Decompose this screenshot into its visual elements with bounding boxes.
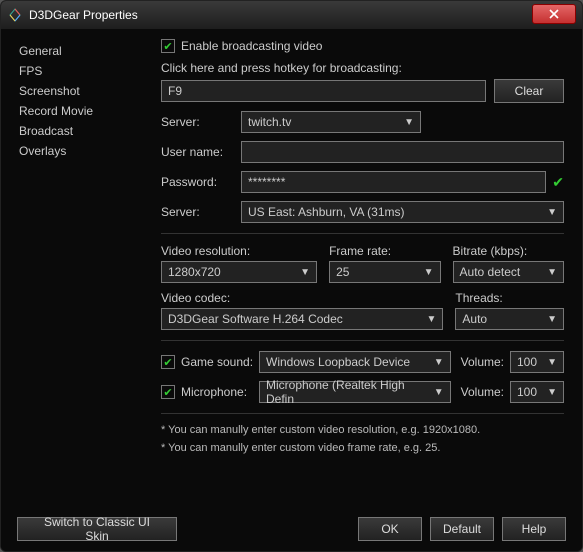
help-button[interactable]: Help <box>502 517 566 541</box>
server-region-select[interactable]: US East: Ashburn, VA (31ms)▼ <box>241 201 564 223</box>
password-valid-icon: ✔ <box>552 174 564 191</box>
chevron-down-icon: ▼ <box>547 357 557 368</box>
ok-button[interactable]: OK <box>358 517 422 541</box>
video-resolution-select[interactable]: 1280x720▼ <box>161 261 317 283</box>
sidebar-item-fps[interactable]: FPS <box>19 61 151 81</box>
game-sound-label: Game sound: <box>181 355 259 369</box>
sidebar-item-broadcast[interactable]: Broadcast <box>19 121 151 141</box>
chevron-down-icon: ▼ <box>426 314 436 325</box>
threads-label: Threads: <box>455 291 564 305</box>
microphone-label: Microphone: <box>181 385 259 399</box>
chevron-down-icon: ▼ <box>404 117 414 128</box>
username-input[interactable] <box>241 141 564 163</box>
sidebar-item-general[interactable]: General <box>19 41 151 61</box>
chevron-down-icon: ▼ <box>547 207 557 218</box>
main-panel: Enable broadcasting video Click here and… <box>161 29 582 507</box>
frame-rate-label: Frame rate: <box>329 244 440 258</box>
microphone-checkbox[interactable] <box>161 385 175 399</box>
server-select[interactable]: twitch.tv▼ <box>241 111 421 133</box>
app-icon <box>7 7 23 23</box>
sidebar-item-overlays[interactable]: Overlays <box>19 141 151 161</box>
window-title: D3DGear Properties <box>29 8 138 22</box>
footer: Switch to Classic UI Skin OK Default Hel… <box>1 507 582 551</box>
mic-volume-select[interactable]: 100▼ <box>510 381 564 403</box>
chevron-down-icon: ▼ <box>547 314 557 325</box>
game-volume-select[interactable]: 100▼ <box>510 351 564 373</box>
username-label: User name: <box>161 145 241 159</box>
switch-skin-button[interactable]: Switch to Classic UI Skin <box>17 517 177 541</box>
game-sound-device-select[interactable]: Windows Loopback Device▼ <box>259 351 451 373</box>
hotkey-prompt: Click here and press hotkey for broadcas… <box>161 61 564 75</box>
close-button[interactable] <box>532 4 576 24</box>
note-framerate: * You can manully enter custom video fra… <box>161 442 564 454</box>
sidebar-item-screenshot[interactable]: Screenshot <box>19 81 151 101</box>
game-volume-label: Volume: <box>461 355 504 369</box>
game-sound-checkbox[interactable] <box>161 355 175 369</box>
server-label: Server: <box>161 115 241 129</box>
note-resolution: * You can manully enter custom video res… <box>161 424 564 436</box>
sidebar: General FPS Screenshot Record Movie Broa… <box>1 29 161 507</box>
bitrate-label: Bitrate (kbps): <box>453 244 564 258</box>
password-input[interactable] <box>241 171 546 193</box>
video-codec-select[interactable]: D3DGear Software H.264 Codec▼ <box>161 308 443 330</box>
enable-broadcast-checkbox[interactable] <box>161 39 175 53</box>
default-button[interactable]: Default <box>430 517 494 541</box>
chevron-down-icon: ▼ <box>547 387 557 398</box>
server2-label: Server: <box>161 205 241 219</box>
hotkey-input[interactable] <box>161 80 486 102</box>
clear-button[interactable]: Clear <box>494 79 564 103</box>
titlebar: D3DGear Properties <box>1 1 582 29</box>
mic-volume-label: Volume: <box>461 385 504 399</box>
enable-broadcast-label: Enable broadcasting video <box>181 39 322 53</box>
sidebar-item-record-movie[interactable]: Record Movie <box>19 101 151 121</box>
chevron-down-icon: ▼ <box>300 267 310 278</box>
chevron-down-icon: ▼ <box>434 357 444 368</box>
password-label: Password: <box>161 175 241 189</box>
threads-select[interactable]: Auto▼ <box>455 308 564 330</box>
frame-rate-select[interactable]: 25▼ <box>329 261 440 283</box>
chevron-down-icon: ▼ <box>434 387 444 398</box>
chevron-down-icon: ▼ <box>424 267 434 278</box>
video-resolution-label: Video resolution: <box>161 244 317 258</box>
chevron-down-icon: ▼ <box>547 267 557 278</box>
video-codec-label: Video codec: <box>161 291 443 305</box>
bitrate-select[interactable]: Auto detect▼ <box>453 261 564 283</box>
microphone-device-select[interactable]: Microphone (Realtek High Defin▼ <box>259 381 451 403</box>
